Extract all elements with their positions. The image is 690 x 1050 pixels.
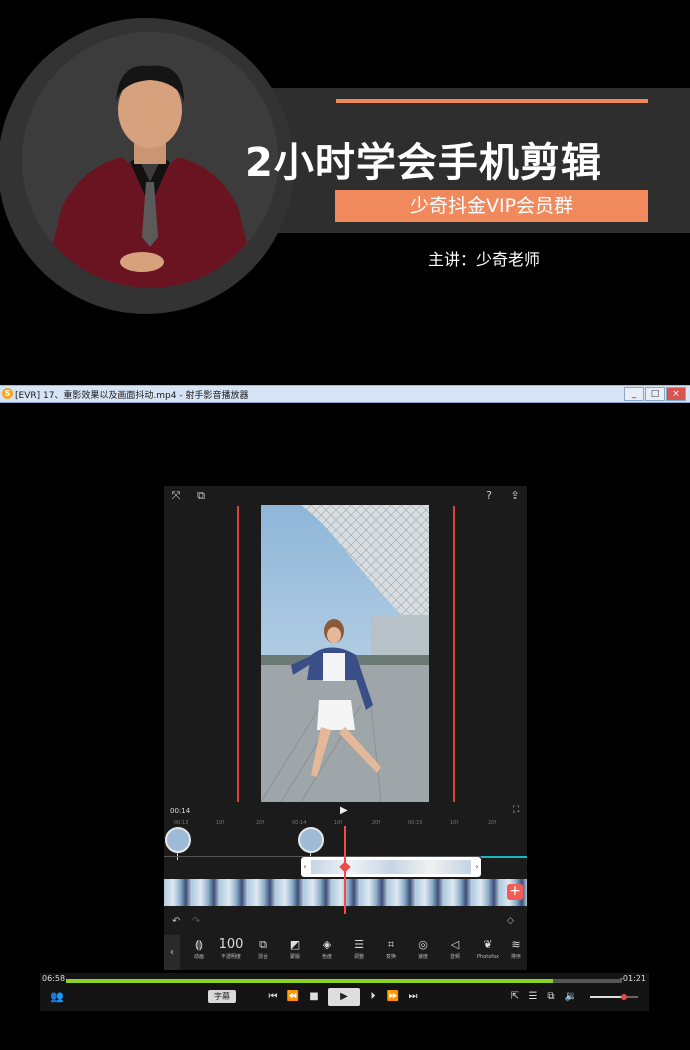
tool-label: 音频 xyxy=(449,954,460,960)
open-file-icon[interactable]: ⇱ xyxy=(508,989,522,1005)
tool-audio[interactable]: ◁ 音频 xyxy=(440,937,470,969)
speaker-label: 主讲：少奇老师 xyxy=(428,250,541,269)
ruler-label: 10f xyxy=(450,820,459,826)
stop-icon[interactable]: ■ xyxy=(308,989,320,1005)
adjust-icon: ☰ xyxy=(354,938,364,951)
tool-label: 变换 xyxy=(385,954,396,960)
trim-right-handle[interactable]: › xyxy=(473,857,481,877)
photofox-icon: ❦ xyxy=(483,938,493,951)
ruler-label: 20f xyxy=(372,820,381,826)
transform-icon: ⌗ xyxy=(387,938,395,951)
mask-icon: ◩ xyxy=(289,938,301,951)
tool-label: 混合 xyxy=(257,954,268,960)
fast-forward-icon[interactable]: ⏩ xyxy=(386,989,400,1005)
chroma-icon: ◈ xyxy=(322,938,332,951)
audio-icon: ◁ xyxy=(450,938,460,951)
next-file-icon[interactable]: ⏭ xyxy=(406,989,420,1005)
close-button[interactable]: × xyxy=(666,387,686,401)
subtitle-button[interactable]: 字幕 xyxy=(208,990,236,1003)
track-end-line xyxy=(481,856,527,858)
presenter-portrait xyxy=(22,32,278,288)
guide-line-left xyxy=(237,506,239,802)
blend-icon: ⧉ xyxy=(259,938,267,951)
vip-badge: 少奇抖金VIP会员群 xyxy=(335,190,648,222)
guide-line-right xyxy=(453,506,455,802)
playlist-icon[interactable]: ☰ xyxy=(526,989,540,1005)
tool-order[interactable]: ≋ 排序 xyxy=(505,937,527,969)
tool-blend[interactable]: ⧉ 混合 xyxy=(248,937,278,969)
keyframe-thumb-marker[interactable] xyxy=(165,827,191,853)
back-button[interactable]: ‹ xyxy=(164,935,180,970)
selected-overlay-clip[interactable]: ‹ › xyxy=(301,857,481,877)
add-clip-button[interactable]: + xyxy=(507,884,523,900)
step-forward-icon[interactable]: ⏵ xyxy=(366,989,380,1005)
player-controls: 06:58 -01:21 👥 字幕 ⏮ ⏪ ■ ▶ ⏵ ⏩ ⏭ ⇱ ☰ ⧉ 🔉 xyxy=(40,973,649,1011)
tool-label: 速度 xyxy=(417,954,428,960)
tool-label: 动画 xyxy=(193,954,204,960)
ruler-label: 00:15 xyxy=(408,820,423,826)
crop-icon[interactable]: ⤧ xyxy=(169,489,183,503)
tool-transform[interactable]: ⌗ 变换 xyxy=(376,937,406,969)
elapsed-time: 06:58 xyxy=(42,974,66,983)
play-button[interactable]: ▶ xyxy=(328,988,360,1006)
preview-play-icon[interactable]: ▶ xyxy=(340,805,348,816)
seek-bar[interactable] xyxy=(66,979,622,983)
tool-speed[interactable]: ◎ 速度 xyxy=(408,937,438,969)
help-icon[interactable]: ? xyxy=(482,489,496,503)
edit-toolbar: ‹ ⟬⟭ 动画 100 不透明度 ⧉ 混合 ◩ 蒙版 ◈ 色度 ☰ 调整 ⌗ 变换 ◎ 速度 ◁… xyxy=(164,935,527,970)
redo-icon[interactable]: ↷ xyxy=(192,916,200,927)
tool-label: 色度 xyxy=(321,954,332,960)
ruler-label: 00:14 xyxy=(292,820,307,826)
screen-mode-icon[interactable]: ⧉ xyxy=(544,989,558,1005)
volume-slider[interactable] xyxy=(590,994,638,1000)
tool-photofox[interactable]: ❦ Photofox xyxy=(473,937,503,969)
layers-icon: ≋ xyxy=(511,938,521,951)
rewind-icon[interactable]: ⏪ xyxy=(286,989,300,1005)
window-titlebar[interactable]: S [EVR] 17、重影效果以及画面抖动.mp4 - 射手影音播放器 _ □ … xyxy=(0,385,690,403)
tool-label: 排序 xyxy=(510,954,521,960)
volume-icon[interactable]: 🔉 xyxy=(564,989,578,1005)
ruler-label: 20f xyxy=(488,820,497,826)
volume-knob[interactable] xyxy=(620,994,627,1000)
tool-adjust[interactable]: ☰ 调整 xyxy=(344,937,374,969)
trim-left-handle[interactable]: ‹ xyxy=(301,857,309,877)
ruler-label: 20f xyxy=(256,820,265,826)
keyframe-toggle-icon[interactable]: ◇ xyxy=(507,916,514,926)
seek-bar-fill xyxy=(66,979,553,983)
fullscreen-icon[interactable]: ⛶ xyxy=(513,805,519,815)
course-title: 2小时学会手机剪辑 xyxy=(245,140,602,186)
clip-thumbnails xyxy=(311,860,471,874)
window-title: [EVR] 17、重影效果以及画面抖动.mp4 - 射手影音播放器 xyxy=(15,391,249,401)
editor-app-screen: ⤧ ⧉ ? ⇪ 00:14 ▶ ⛶ 00:13 10f 20f 00:14 10… xyxy=(164,486,527,970)
accent-line xyxy=(336,99,648,103)
animation-icon: ⟬⟭ xyxy=(194,938,204,951)
tool-label: 蒙版 xyxy=(289,954,300,960)
undo-icon[interactable]: ↶ xyxy=(172,916,180,927)
volume-fill xyxy=(590,996,624,998)
copy-icon[interactable]: ⧉ xyxy=(194,489,208,503)
course-banner: 2小时学会手机剪辑 少奇抖金VIP会员群 主讲：少奇老师 xyxy=(0,0,690,378)
tool-animation[interactable]: ⟬⟭ 动画 xyxy=(184,937,214,969)
app-logo-icon: S xyxy=(2,388,13,399)
tool-label: 不透明度 xyxy=(220,954,241,960)
tool-opacity[interactable]: 100 不透明度 xyxy=(216,937,246,969)
ruler-label: 10f xyxy=(334,820,343,826)
previous-file-icon[interactable]: ⏮ xyxy=(266,989,280,1005)
speed-icon: ◎ xyxy=(418,938,428,951)
opacity-value: 100 xyxy=(218,937,244,952)
user-icon[interactable]: 👥 xyxy=(48,989,66,1005)
video-preview[interactable] xyxy=(261,505,429,802)
tool-label: Photofox xyxy=(477,954,499,960)
tool-label: 调整 xyxy=(353,954,364,960)
ruler-label: 00:13 xyxy=(174,820,189,826)
tool-chroma[interactable]: ◈ 色度 xyxy=(312,937,342,969)
maximize-button[interactable]: □ xyxy=(645,387,665,401)
tool-mask[interactable]: ◩ 蒙版 xyxy=(280,937,310,969)
minimize-button[interactable]: _ xyxy=(624,387,644,401)
keyframe-thumb-marker[interactable] xyxy=(298,827,324,853)
ruler-label: 10f xyxy=(216,820,225,826)
remaining-time: -01:21 xyxy=(620,974,646,983)
share-icon[interactable]: ⇪ xyxy=(508,489,522,503)
current-time: 00:14 xyxy=(170,807,191,815)
